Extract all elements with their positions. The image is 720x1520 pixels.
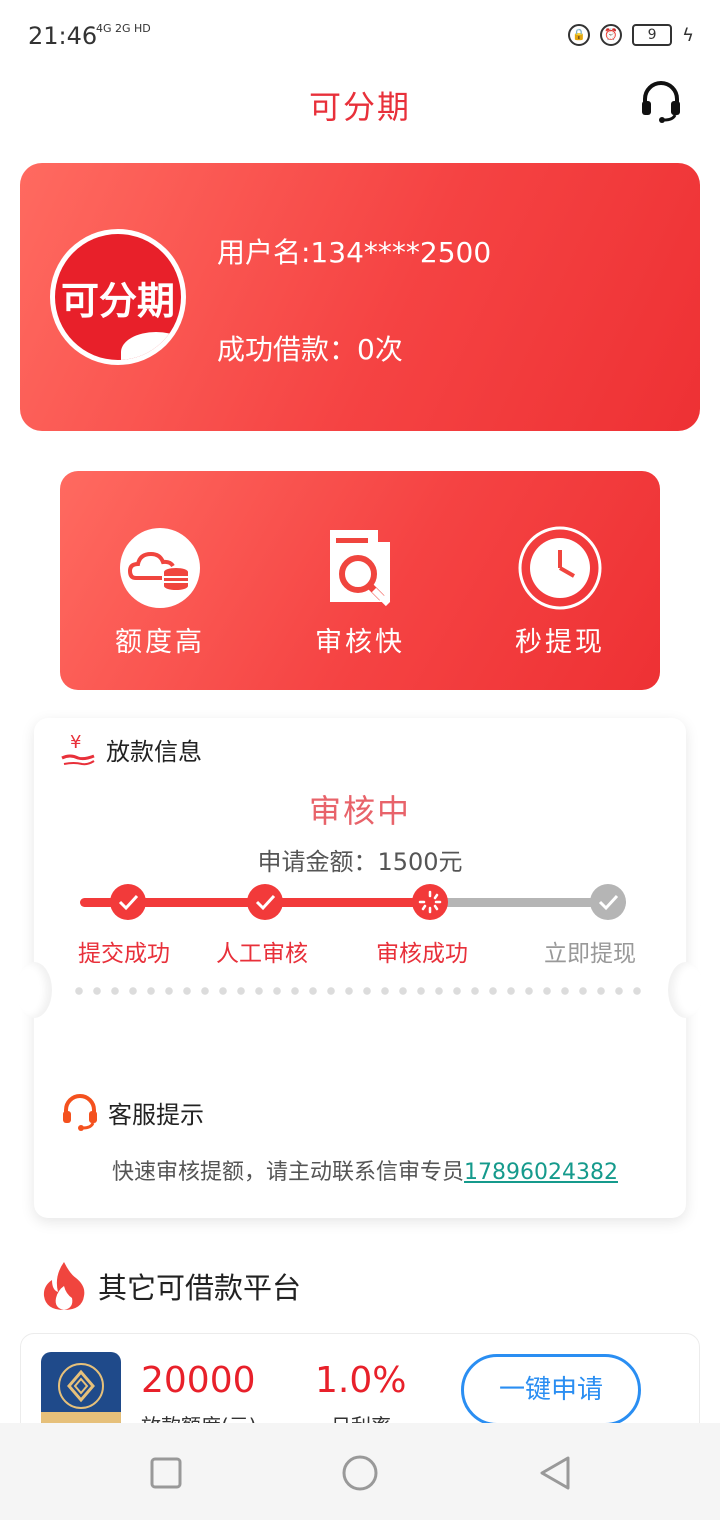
loading-spinner-icon bbox=[412, 884, 448, 920]
step-label-withdraw: 立即提现 bbox=[544, 941, 636, 967]
other-platforms-title: 其它可借款平台 bbox=[98, 1271, 302, 1305]
svg-text:¥: ¥ bbox=[70, 732, 81, 753]
back-icon[interactable] bbox=[536, 1453, 576, 1493]
ticket-notch-right bbox=[668, 962, 704, 1018]
step-label-submitted: 提交成功 bbox=[78, 941, 170, 967]
alarm-icon: ⏰ bbox=[600, 24, 623, 46]
platform-logo bbox=[41, 1352, 121, 1432]
user-card: 可分期 用户名:134****2500 成功借款：0次 bbox=[20, 163, 700, 431]
platform-amount: 20000 bbox=[141, 1360, 256, 1401]
network-indicator: 4G 2G HD bbox=[96, 22, 151, 35]
feature-label: 额度高 bbox=[115, 627, 205, 658]
feature-banner: 额度高 审核快 秒提现 bbox=[60, 471, 660, 690]
username: 用户名:134****2500 bbox=[217, 236, 492, 269]
customer-service-header: 客服提示 bbox=[60, 1092, 204, 1132]
customer-service-title: 客服提示 bbox=[108, 1100, 204, 1129]
top-bar: 可分期 bbox=[0, 76, 720, 136]
avatar: 可分期 bbox=[50, 229, 186, 365]
loan-info-header: ¥ 放款信息 bbox=[60, 730, 202, 768]
feature-label: 秒提现 bbox=[515, 627, 605, 658]
customer-service-phone-link[interactable]: 17896024382 bbox=[464, 1160, 618, 1185]
recent-apps-icon[interactable] bbox=[146, 1453, 186, 1493]
avatar-logo: 可分期 bbox=[55, 234, 181, 360]
system-nav-bar bbox=[0, 1423, 720, 1520]
charging-icon: ϟ bbox=[682, 24, 694, 46]
feature-instant-withdraw: 秒提现 bbox=[460, 471, 660, 690]
page-title: 可分期 bbox=[308, 88, 411, 126]
status-time: 21:46 bbox=[28, 22, 98, 50]
cloud-coins-icon bbox=[120, 528, 200, 608]
apply-amount: 申请金额：1500元 bbox=[257, 848, 463, 876]
battery-icon: 9 bbox=[632, 24, 673, 46]
home-icon[interactable] bbox=[340, 1453, 380, 1493]
document-search-icon bbox=[330, 530, 391, 607]
check-icon bbox=[247, 884, 283, 920]
clock-icon bbox=[518, 526, 602, 610]
one-click-apply-button[interactable]: 一键申请 bbox=[461, 1354, 641, 1426]
review-status: 审核中 bbox=[308, 792, 411, 830]
status-bar: 21:46 4G 2G HD 🔒 ⏰ 9 ϟ bbox=[0, 0, 720, 76]
check-icon bbox=[590, 884, 626, 920]
loan-progress-tracker bbox=[80, 884, 626, 920]
step-label-manual-review: 人工审核 bbox=[216, 941, 308, 967]
feature-fast-review: 审核快 bbox=[260, 471, 460, 690]
step-label-review-success: 审核成功 bbox=[376, 941, 468, 967]
success-loan-count: 成功借款：0次 bbox=[217, 333, 403, 366]
check-icon bbox=[110, 884, 146, 920]
platform-rate: 1.0% bbox=[315, 1360, 407, 1401]
other-platforms-header: 其它可借款平台 bbox=[40, 1260, 301, 1312]
dotted-divider bbox=[70, 987, 650, 995]
customer-service-tip-text: 快速审核提额，请主动联系信审专员 bbox=[112, 1160, 465, 1185]
yuan-hand-icon: ¥ bbox=[61, 732, 95, 766]
loan-info-title: 放款信息 bbox=[106, 737, 202, 766]
status-icons: 🔒 ⏰ 9 ϟ bbox=[568, 24, 694, 46]
flame-icon bbox=[43, 1262, 85, 1310]
headset-icon bbox=[63, 1094, 97, 1131]
ticket-notch-left bbox=[16, 962, 52, 1018]
feature-high-limit: 额度高 bbox=[60, 471, 260, 690]
loan-info-card: ¥ 放款信息 审核中 申请金额：1500元 提交成功 人工审核 审核成功 立即提… bbox=[16, 718, 704, 1218]
lock-icon: 🔒 bbox=[568, 24, 591, 46]
feature-label: 审核快 bbox=[315, 627, 405, 658]
customer-service-tip: 快速审核提额，请主动联系信审专员17896024382 bbox=[112, 1154, 618, 1186]
headset-icon[interactable] bbox=[638, 78, 684, 124]
